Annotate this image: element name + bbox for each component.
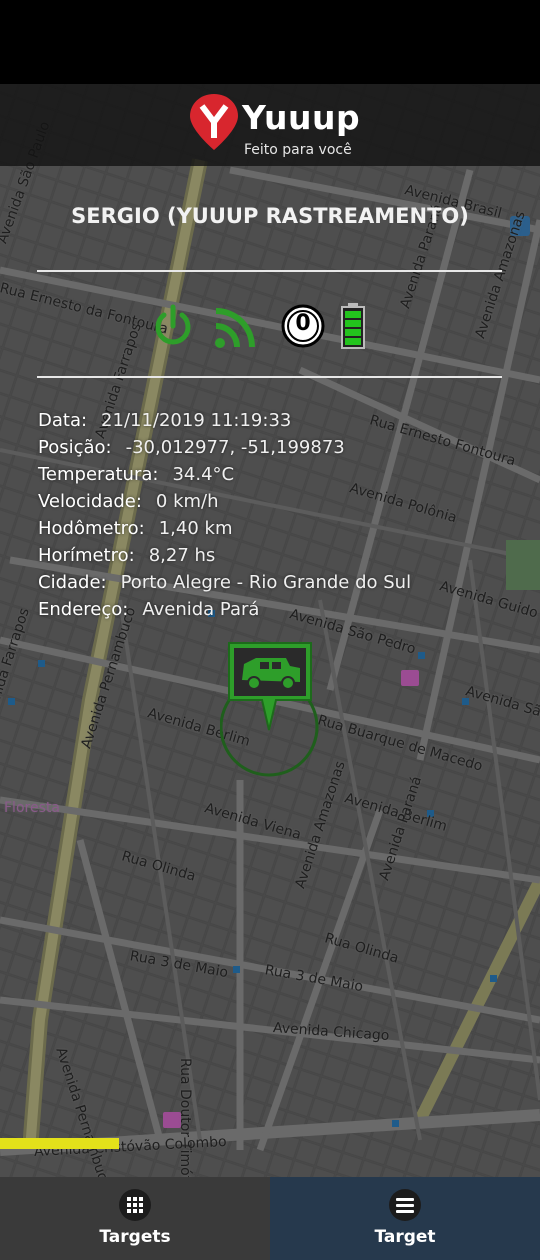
detail-label: Velocidade: xyxy=(38,491,142,512)
map-loading-progress xyxy=(0,1138,540,1149)
brand-name: Yuuup xyxy=(242,98,361,137)
detail-hourmeter: Horímetro: 8,27 hs xyxy=(38,545,411,572)
detail-address: Endereço: Avenida Pará xyxy=(38,599,411,626)
target-title: SERGIO (YUUUP RASTREAMENTO) xyxy=(71,204,469,228)
brand-tagline: Feito para você xyxy=(244,142,352,158)
yuuup-logo-mark xyxy=(190,94,238,150)
status-bar xyxy=(0,0,540,84)
detail-temperature: Temperatura: 34.4°C xyxy=(38,464,411,491)
detail-label: Horímetro: xyxy=(38,545,135,566)
detail-city: Cidade: Porto Alegre - Rio Grande do Sul xyxy=(38,572,411,599)
detail-value: 1,40 km xyxy=(158,518,233,539)
detail-value: -30,012977, -51,199873 xyxy=(125,437,345,458)
detail-speed: Velocidade: 0 km/h xyxy=(38,491,411,518)
detail-value: 34.4°C xyxy=(172,464,235,485)
detail-value: 8,27 hs xyxy=(148,545,216,566)
yuuup-logo: Yuuup Feito para você xyxy=(188,90,361,160)
grid-icon xyxy=(119,1189,151,1221)
app-header: Yuuup Feito para você xyxy=(0,84,540,166)
battery-icon xyxy=(341,303,365,349)
targets-tab-button[interactable]: Targets xyxy=(0,1177,270,1260)
ignition-power-icon xyxy=(155,304,191,345)
target-info-panel: SERGIO (YUUUP RASTREAMENTO) 0 Data: 21/11… xyxy=(0,166,540,636)
detail-label: Data: xyxy=(38,410,88,431)
detail-date: Data: 21/11/2019 11:19:33 xyxy=(38,410,411,437)
target-tab-label: Target xyxy=(374,1227,436,1247)
menu-icon-glyph xyxy=(396,1198,414,1213)
top-divider xyxy=(37,270,502,272)
bottom-navigation: Targets Target xyxy=(0,1177,540,1260)
status-icons-row: 0 xyxy=(0,298,540,349)
vehicle-jeep-icon xyxy=(219,642,319,777)
satellites-count: 0 xyxy=(295,311,311,336)
detail-label: Temperatura: xyxy=(38,464,159,485)
detail-label: Posição: xyxy=(38,437,112,458)
progress-fill xyxy=(0,1138,119,1149)
detail-value: Avenida Pará xyxy=(142,599,260,620)
target-tab-button[interactable]: Target xyxy=(270,1177,540,1260)
detail-label: Hodômetro: xyxy=(38,518,145,539)
targets-tab-label: Targets xyxy=(99,1227,171,1247)
target-details: Data: 21/11/2019 11:19:33 Posição: -30,012… xyxy=(38,410,411,626)
detail-odometer: Hodômetro: 1,40 km xyxy=(38,518,411,545)
detail-label: Endereço: xyxy=(38,599,129,620)
detail-value: Porto Alegre - Rio Grande do Sul xyxy=(120,572,412,593)
vehicle-marker[interactable] xyxy=(219,640,320,780)
menu-icon xyxy=(389,1189,421,1221)
signal-icon xyxy=(215,308,255,348)
map-label-floresta: Floresta xyxy=(4,800,60,816)
bottom-divider xyxy=(37,376,502,378)
detail-position: Posição: -30,012977, -51,199873 xyxy=(38,437,411,464)
grid-icon-glyph xyxy=(127,1197,143,1213)
detail-value: 0 km/h xyxy=(155,491,219,512)
detail-value: 21/11/2019 11:19:33 xyxy=(101,410,292,431)
detail-label: Cidade: xyxy=(38,572,107,593)
